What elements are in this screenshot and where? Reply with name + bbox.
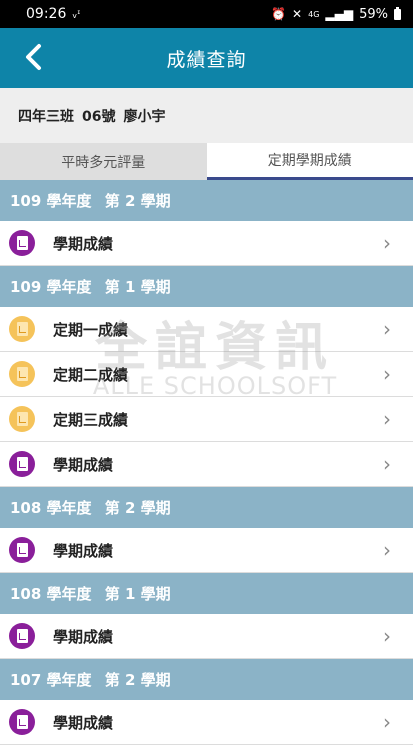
chevron-right-icon: › [377,538,397,562]
section-semester: 第 1 學期 [105,276,171,297]
document-chart-icon [9,406,35,432]
list-item[interactable]: 學期成績 › [0,614,413,659]
document-chart-icon [9,709,35,735]
grades-list: 109 學年度 第 2 學期 學期成績 › 109 學年度 第 1 學期 定期一… [0,180,413,745]
signal-strength-icon: ᵥᶦ [72,7,80,21]
battery-percent: 59% [359,7,388,22]
item-label: 定期三成績 [53,409,377,430]
chevron-right-icon: › [377,452,397,476]
section-semester: 第 2 學期 [105,669,171,690]
section-year: 108 學年度 [10,583,92,604]
document-chart-icon [9,361,35,387]
list-item[interactable]: 學期成績 › [0,528,413,573]
item-label: 學期成績 [53,454,377,475]
battery-icon [394,9,401,20]
tab-regular-assessment[interactable]: 平時多元評量 [0,143,207,180]
section-semester: 第 1 學期 [105,583,171,604]
page-title: 成績查詢 [166,45,246,72]
item-label: 定期一成績 [53,319,377,340]
list-item[interactable]: 學期成績 › [0,700,413,745]
list-item[interactable]: 定期一成績 › [0,307,413,352]
list-item[interactable]: 學期成績 › [0,442,413,487]
document-chart-icon [9,316,35,342]
section-header: 108 學年度 第 2 學期 [0,487,413,528]
chevron-right-icon: › [377,362,397,386]
tab-bar: 平時多元評量 定期學期成績 [0,143,413,180]
item-label: 定期二成績 [53,364,377,385]
chevron-right-icon: › [377,317,397,341]
section-year: 108 學年度 [10,497,92,518]
chevron-right-icon: › [377,407,397,431]
section-header: 109 學年度 第 2 學期 [0,180,413,221]
section-year: 109 學年度 [10,276,92,297]
status-time: 09:26 [26,6,66,22]
student-name: 廖小宇 [123,106,165,126]
chevron-right-icon: › [377,231,397,255]
tab-term-grades[interactable]: 定期學期成績 [207,143,413,180]
signal-bars-icon: ▂▄▆ [325,7,353,21]
status-right: ⏰ ✕ 4G ▂▄▆ 59% [271,7,401,22]
student-class: 四年三班 [18,106,74,126]
status-left: 09:26 ᵥᶦ [26,6,81,22]
section-header: 107 學年度 第 2 學期 [0,659,413,700]
chevron-right-icon: › [377,624,397,648]
status-bar: 09:26 ᵥᶦ ⏰ ✕ 4G ▂▄▆ 59% [0,0,413,28]
mute-icon: ✕ [292,7,302,21]
section-header: 109 學年度 第 1 學期 [0,266,413,307]
section-semester: 第 2 學期 [105,190,171,211]
document-chart-icon [9,537,35,563]
chevron-left-icon [22,42,46,72]
student-seat: 06號 [82,106,115,126]
section-year: 107 學年度 [10,669,92,690]
item-label: 學期成績 [53,540,377,561]
list-item[interactable]: 定期二成績 › [0,352,413,397]
item-label: 學期成績 [53,626,377,647]
item-label: 學期成績 [53,712,377,733]
document-chart-icon [9,451,35,477]
section-header: 108 學年度 第 1 學期 [0,573,413,614]
section-semester: 第 2 學期 [105,497,171,518]
student-info: 四年三班 06號 廖小宇 [0,88,413,143]
list-item[interactable]: 學期成績 › [0,221,413,266]
document-chart-icon [9,623,35,649]
item-label: 學期成績 [53,233,377,254]
alarm-icon: ⏰ [271,7,286,21]
4g-icon: 4G [308,10,319,19]
list-item[interactable]: 定期三成績 › [0,397,413,442]
section-year: 109 學年度 [10,190,92,211]
document-chart-icon [9,230,35,256]
back-button[interactable] [22,42,52,72]
app-header: 成績查詢 [0,28,413,88]
chevron-right-icon: › [377,710,397,734]
